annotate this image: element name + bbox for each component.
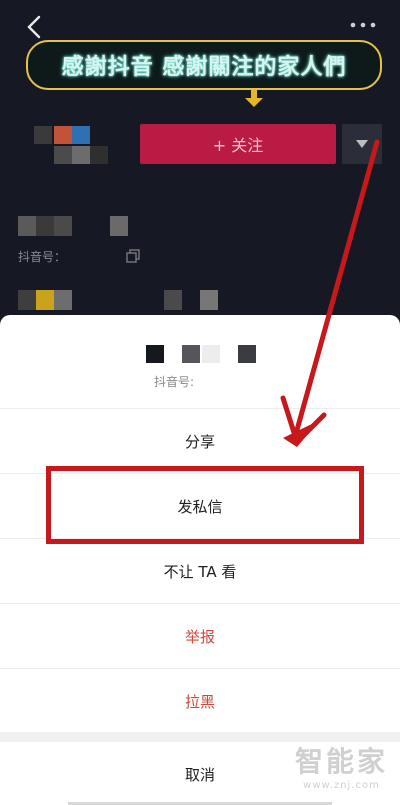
action-sheet: 抖音号: 分享 发私信 不让 TA 看 举报 拉黑 取消 xyxy=(0,315,400,805)
back-arrow-icon[interactable] xyxy=(22,14,48,40)
username-mosaic xyxy=(18,216,130,236)
watermark-title: 智能家 xyxy=(294,745,388,778)
hide-from-user-option[interactable]: 不让 TA 看 xyxy=(0,538,400,603)
more-options-button[interactable] xyxy=(342,124,382,164)
sheet-username-mosaic xyxy=(146,345,256,363)
watermark: 智能家 www.znj.com xyxy=(295,740,388,791)
share-option[interactable]: 分享 xyxy=(0,408,400,473)
follow-button[interactable]: + 关注 xyxy=(140,124,336,164)
douyin-id-label: 抖音号： xyxy=(18,250,67,264)
watermark-url: www.znj.com xyxy=(303,780,380,791)
down-arrow-icon xyxy=(245,90,263,107)
profile-banner: 感謝抖音 感謝關注的家人們 xyxy=(26,40,382,90)
block-option[interactable]: 拉黑 xyxy=(0,668,400,733)
sheet-douyin-id: 抖音号: xyxy=(154,375,195,389)
highlight-box xyxy=(46,466,364,544)
more-icon[interactable] xyxy=(348,18,378,32)
report-option[interactable]: 举报 xyxy=(0,603,400,668)
avatar[interactable] xyxy=(34,126,110,166)
copy-icon[interactable] xyxy=(126,249,140,263)
caret-down-icon xyxy=(356,140,368,148)
stats-mosaic xyxy=(18,290,378,310)
sheet-header: 抖音号: xyxy=(0,315,400,408)
